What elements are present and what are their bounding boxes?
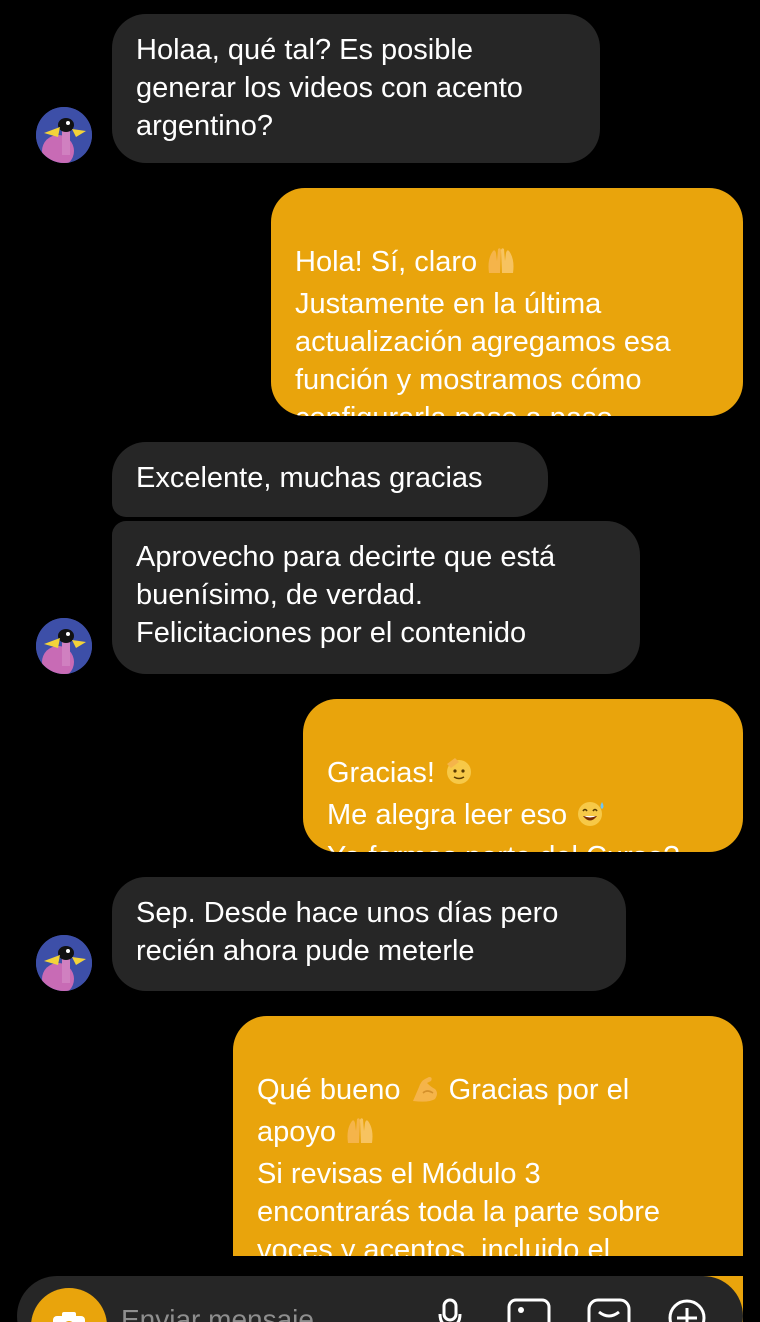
saluting-face-icon — [443, 756, 475, 796]
camera-button[interactable] — [31, 1288, 107, 1322]
sticker-icon[interactable] — [587, 1298, 631, 1322]
avatar-image — [36, 935, 92, 991]
message-text: Ya formas parte del Curso? — [327, 841, 679, 852]
avatar[interactable] — [36, 935, 92, 991]
grinning-sweat-face-icon — [575, 798, 607, 838]
incoming-message[interactable]: Holaa, qué tal? Es posible generar los v… — [112, 14, 600, 163]
add-icon[interactable] — [667, 1298, 707, 1322]
avatar-image — [36, 618, 92, 674]
message-input[interactable]: Enviar mensaje... — [121, 1304, 337, 1322]
message-text: Gracias por el — [440, 1074, 630, 1106]
avatar[interactable] — [36, 107, 92, 163]
flexed-biceps-icon — [409, 1073, 441, 1113]
incoming-message[interactable]: Sep. Desde hace unos días pero recién ah… — [112, 877, 626, 991]
message-composer: Enviar mensaje... — [17, 1276, 743, 1322]
camera-icon — [53, 1312, 85, 1322]
microphone-icon[interactable] — [437, 1298, 463, 1322]
message-text: apoyo — [257, 1116, 345, 1148]
message-text: Gracias! — [327, 757, 444, 789]
avatar[interactable] — [36, 618, 92, 674]
incoming-message[interactable]: Excelente, muchas gracias — [112, 442, 548, 517]
incoming-message[interactable]: Aprovecho para decirte que está buenísim… — [112, 521, 640, 674]
raised-hands-icon — [344, 1115, 376, 1155]
message-text: Me alegra leer eso — [327, 799, 576, 831]
outgoing-message[interactable]: Gracias! Me alegra leer eso Ya formas pa… — [303, 699, 743, 852]
message-text: Justamente en la última actualización ag… — [295, 288, 671, 416]
image-icon[interactable] — [507, 1298, 551, 1322]
raised-hands-icon — [485, 245, 517, 285]
avatar-image — [36, 107, 92, 163]
message-text: Qué bueno — [257, 1074, 409, 1106]
message-list-fade — [0, 1256, 760, 1276]
message-text: Hola! Sí, claro — [295, 246, 486, 278]
outgoing-message[interactable]: Hola! Sí, claro Justamente en la última … — [271, 188, 743, 416]
